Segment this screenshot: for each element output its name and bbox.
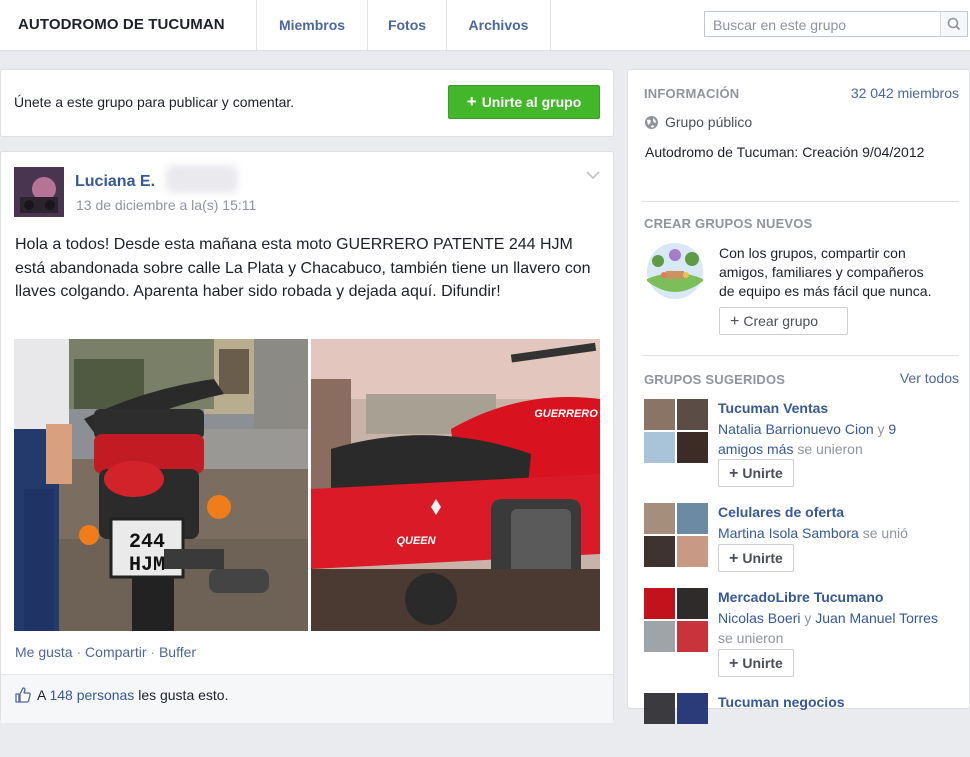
redacted-name (166, 165, 238, 193)
plate-line-2: HJM (129, 554, 165, 577)
suggested-group-name[interactable]: Tucuman Ventas (718, 400, 828, 416)
create-text-line-3: de equipo es más fácil que nunca. (719, 283, 932, 299)
post-card: Luciana E. 13 de diciembre a la(s) 15:11… (0, 151, 614, 723)
create-group-button[interactable]: + Crear grupo (719, 307, 848, 335)
group-thumbnail[interactable] (644, 399, 708, 463)
suggested-group-meta: Natalia Barrionuevo Cion y 9 amigos más … (718, 419, 968, 459)
more-friends-link[interactable]: amigos más (718, 441, 793, 457)
share-link[interactable]: Compartir (85, 644, 146, 660)
create-text-line-1: Con los grupos, compartir con (719, 245, 906, 261)
create-groups-text: Con los grupos, compartir con amigos, fa… (719, 244, 931, 301)
suggested-group-meta: Nicolas Boeri y Juan Manuel Torres se un… (718, 608, 968, 648)
author-name[interactable]: Luciana E. (75, 173, 155, 191)
join-group-card: Únete a este grupo para publicar y comen… (0, 69, 614, 137)
join-prompt: Únete a este grupo para publicar y comen… (14, 94, 295, 110)
likes-text: A 148 personas les gusta esto. (37, 687, 228, 703)
member-link[interactable]: Martina Isola Sambora (718, 525, 859, 541)
like-link[interactable]: Me gusta (15, 644, 73, 660)
post-photo-1[interactable]: 244 HJM (14, 339, 308, 631)
plus-icon: + (729, 655, 739, 672)
join-group-button[interactable]: + Unirte al grupo (448, 85, 600, 119)
side-logo: QUEEN (396, 535, 436, 547)
group-thumbnail[interactable] (644, 588, 708, 652)
join-label: Unirte (742, 655, 783, 671)
tab-files[interactable]: Archivos (446, 0, 551, 50)
group-thumbnail[interactable] (644, 693, 708, 757)
create-group-label: Crear grupo (743, 313, 819, 329)
connector-text: y (804, 610, 812, 626)
group-search (704, 11, 968, 37)
likes-prefix: A (37, 687, 46, 703)
group-header-bar: AUTODROMO DE TUCUMAN Miembros Fotos Arch… (0, 0, 970, 51)
members-count-link[interactable]: 32 042 miembros (851, 85, 959, 101)
tab-members[interactable]: Miembros (256, 0, 367, 50)
create-group-illustration (647, 243, 703, 299)
group-description: Autodromo de Tucuman: Creación 9/04/2012 (645, 144, 925, 160)
plus-icon: + (729, 465, 739, 482)
privacy-label: Grupo público (665, 114, 753, 130)
suggested-groups-title: GRUPOS SUGERIDOS (644, 372, 786, 387)
chevron-down-icon[interactable] (585, 169, 601, 181)
globe-icon (645, 116, 658, 129)
plus-icon: + (466, 92, 477, 111)
divider (642, 201, 959, 202)
plus-icon: + (729, 550, 739, 567)
tab-photos[interactable]: Fotos (367, 0, 446, 50)
post-photo-2[interactable]: GUERRERO QUEEN (311, 339, 600, 631)
info-title: INFORMACIÓN (644, 86, 740, 101)
joined-text: se unieron (797, 441, 863, 457)
divider (642, 355, 959, 356)
create-text-line-2: amigos, familiares y compañeros (719, 264, 924, 280)
likes-summary: A 148 personas les gusta esto. (1, 674, 613, 723)
join-suggested-button[interactable]: + Unirte (718, 649, 794, 677)
buffer-link[interactable]: Buffer (159, 644, 196, 660)
plus-icon: + (730, 313, 740, 330)
member-link[interactable]: Juan Manuel Torres (815, 610, 938, 626)
search-input[interactable] (711, 15, 935, 35)
join-label: Unirte (742, 550, 783, 566)
join-suggested-button[interactable]: + Unirte (718, 459, 794, 487)
plate-line-1: 244 (129, 531, 165, 554)
sidebar-card: INFORMACIÓN 32 042 miembros Grupo públic… (627, 69, 970, 724)
suggested-group-name[interactable]: Celulares de oferta (718, 504, 844, 520)
connector-text: y (877, 421, 885, 437)
thumbs-up-icon (15, 687, 31, 703)
post-actions: Me gusta · Compartir · Buffer (15, 644, 197, 660)
joined-text: se unió (862, 525, 908, 541)
post-timestamp[interactable]: 13 de diciembre a la(s) 15:11 (76, 197, 256, 213)
search-icon (947, 17, 961, 31)
author-avatar[interactable] (14, 167, 64, 217)
post-body: Hola a todos! Desde esta mañana esta mot… (15, 236, 591, 300)
member-link[interactable]: Nicolas Boeri (718, 610, 800, 626)
group-name[interactable]: AUTODROMO DE TUCUMAN (18, 16, 225, 33)
tank-logo: GUERRERO (534, 408, 598, 420)
suggested-group-meta: Martina Isola Sambora se unió (718, 523, 968, 543)
create-groups-title: CREAR GRUPOS NUEVOS (644, 216, 813, 231)
suggested-group-name[interactable]: Tucuman negocios (718, 694, 845, 710)
join-label: Unirte (742, 465, 783, 481)
member-link[interactable]: Natalia Barrionuevo Cion (718, 421, 874, 437)
search-button[interactable] (940, 12, 967, 36)
see-all-link[interactable]: Ver todos (900, 370, 959, 386)
likes-suffix: les gusta esto. (138, 687, 229, 703)
likers-link[interactable]: 148 personas (49, 687, 134, 703)
join-group-label: Unirte al grupo (481, 94, 582, 110)
group-thumbnail[interactable] (644, 503, 708, 567)
others-count-link[interactable]: 9 (888, 421, 896, 437)
joined-text: se unieron (718, 630, 784, 646)
join-suggested-button[interactable]: + Unirte (718, 544, 794, 572)
suggested-group-name[interactable]: MercadoLibre Tucumano (718, 589, 883, 605)
